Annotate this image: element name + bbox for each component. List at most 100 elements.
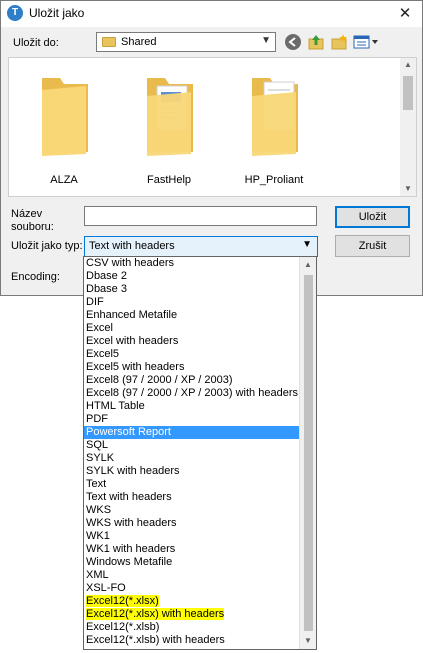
dropdown-item[interactable]: XML — [84, 569, 300, 582]
save-as-dialog: T Uložit jako ✕ Uložit do: Shared ▼ ALZA — [0, 0, 423, 296]
chevron-down-icon: ▼ — [302, 239, 312, 250]
save-in-label: Uložit do: — [13, 37, 59, 49]
dropdown-item-label: CSV with headers — [86, 257, 175, 269]
folder-with-documents-icon — [147, 78, 193, 156]
folder-icon — [102, 37, 116, 47]
new-folder-icon[interactable] — [330, 33, 348, 51]
dropdown-item-label: Excel12(*.xlsx) with headers — [86, 608, 225, 620]
dropdown-item[interactable]: XSL-FO — [84, 582, 300, 595]
folder-with-documents-icon — [252, 78, 298, 156]
dropdown-item[interactable]: WKS with headers — [84, 517, 300, 530]
dropdown-item-label: Enhanced Metafile — [86, 309, 178, 321]
dropdown-item-label: Excel8 (97 / 2000 / XP / 2003) — [86, 374, 233, 386]
dropdown-item-label: Excel with headers — [86, 335, 179, 347]
dropdown-item-label: Text — [86, 478, 107, 490]
folder-name: HP_Proliant — [244, 174, 304, 186]
dropdown-item[interactable]: Excel — [84, 322, 300, 335]
dropdown-item[interactable]: Text with headers — [84, 491, 300, 504]
scroll-down-icon[interactable]: ▼ — [300, 634, 316, 648]
window-title: Uložit jako — [29, 6, 85, 20]
dropdown-item-label: XSL-FO — [86, 582, 126, 594]
dropdown-item[interactable]: Dbase 2 — [84, 270, 300, 283]
dropdown-item-label: Text with headers — [86, 491, 172, 503]
filename-label-line1: Název — [11, 208, 43, 220]
dropdown-items: CSV with headers Dbase 2 Dbase 3 DIF Enhance… — [84, 257, 300, 647]
app-logo-icon: T — [7, 5, 23, 21]
dropdown-item[interactable]: Excel12(*.xlsb) — [84, 621, 300, 634]
file-list-scrollbar[interactable]: ▲ ▼ — [400, 58, 416, 196]
dropdown-item[interactable]: Excel8 (97 / 2000 / XP / 2003) with head… — [84, 387, 300, 400]
scrollbar-thumb[interactable] — [304, 275, 313, 631]
dropdown-item[interactable]: Excel5 — [84, 348, 300, 361]
scroll-down-icon[interactable]: ▼ — [400, 182, 416, 196]
dropdown-item-label: SQL — [86, 439, 109, 451]
save-button[interactable]: Uložit — [335, 206, 410, 228]
dropdown-item[interactable]: Excel12(*.xlsb) with headers — [84, 634, 300, 647]
dropdown-item[interactable]: Dbase 3 — [84, 283, 300, 296]
dropdown-item-label: WK1 — [86, 530, 110, 542]
view-menu-icon[interactable] — [353, 33, 379, 51]
dropdown-item-label: HTML Table — [86, 400, 145, 412]
dropdown-item-label: Powersoft Report — [86, 426, 171, 438]
dropdown-item[interactable]: Excel8 (97 / 2000 / XP / 2003) — [84, 374, 300, 387]
dropdown-item[interactable]: Excel with headers — [84, 335, 300, 348]
dropdown-item[interactable]: SYLK — [84, 452, 300, 465]
file-list-area[interactable]: ALZA FastHelp HP_Proliant ▲ ▼ — [8, 57, 417, 197]
dropdown-item[interactable]: Enhanced Metafile — [84, 309, 300, 322]
file-type-combobox[interactable]: Text with headers ▼ — [84, 236, 318, 257]
dropdown-item[interactable]: Excel5 with headers — [84, 361, 300, 374]
dropdown-item[interactable]: SQL — [84, 439, 300, 452]
dropdown-item[interactable]: Windows Metafile — [84, 556, 300, 569]
up-folder-icon[interactable] — [307, 33, 325, 51]
folder-item-hp-proliant[interactable]: HP_Proliant — [229, 66, 319, 186]
folder-item-alza[interactable]: ALZA — [19, 66, 109, 186]
filename-label-line2: souboru: — [11, 221, 54, 233]
scrollbar-thumb[interactable] — [403, 76, 413, 110]
dropdown-item[interactable]: Powersoft Report — [84, 426, 300, 439]
dropdown-item[interactable]: WKS — [84, 504, 300, 517]
save-in-value: Shared — [121, 36, 157, 48]
dropdown-item[interactable]: PDF — [84, 413, 300, 426]
dropdown-item[interactable]: WK1 — [84, 530, 300, 543]
dropdown-item-label: WK1 with headers — [86, 543, 176, 555]
scroll-up-icon[interactable]: ▲ — [300, 258, 316, 272]
dropdown-item-label: Dbase 2 — [86, 270, 127, 282]
dropdown-item-label: Windows Metafile — [86, 556, 173, 568]
dropdown-item[interactable]: Text — [84, 478, 300, 491]
dropdown-item[interactable]: DIF — [84, 296, 300, 309]
file-type-dropdown-list[interactable]: CSV with headers Dbase 2 Dbase 3 DIF Enhance… — [83, 256, 317, 650]
filename-input[interactable] — [84, 206, 317, 226]
cancel-button[interactable]: Zrušit — [335, 235, 410, 257]
dropdown-item[interactable]: SYLK with headers — [84, 465, 300, 478]
back-icon[interactable] — [284, 33, 302, 51]
dropdown-item[interactable]: WK1 with headers — [84, 543, 300, 556]
dropdown-item-label: Excel — [86, 322, 113, 334]
file-type-label: Uložit jako typ: — [11, 240, 83, 252]
dropdown-scrollbar[interactable]: ▲ ▼ — [299, 257, 316, 649]
dropdown-item-label: SYLK — [86, 452, 115, 464]
dropdown-item-label: SYLK with headers — [86, 465, 180, 477]
close-button[interactable]: ✕ — [392, 3, 418, 25]
dropdown-item-label: XML — [86, 569, 109, 581]
dropdown-item-label: Excel8 (97 / 2000 / XP / 2003) with head… — [86, 387, 298, 399]
dropdown-item-label: Excel5 with headers — [86, 361, 185, 373]
folder-item-fasthelp[interactable]: FastHelp — [124, 66, 214, 186]
folder-name: FastHelp — [146, 174, 192, 186]
dropdown-item[interactable]: Excel12(*.xlsx) — [84, 595, 300, 608]
filename-label: Název souboru: — [11, 208, 54, 234]
dropdown-item[interactable]: HTML Table — [84, 400, 300, 413]
dropdown-item[interactable]: CSV with headers — [84, 257, 300, 270]
save-in-combobox[interactable]: Shared ▼ — [96, 32, 276, 52]
dropdown-item-label: Dbase 3 — [86, 283, 127, 295]
dropdown-item-label: PDF — [86, 413, 108, 425]
chevron-down-icon: ▼ — [261, 35, 271, 46]
dropdown-item-label: Excel12(*.xlsx) — [86, 595, 159, 607]
dropdown-item-label: WKS with headers — [86, 517, 177, 529]
dropdown-item-label: Excel12(*.xlsb) — [86, 621, 160, 633]
title-bar: T Uložit jako ✕ — [1, 1, 422, 27]
dropdown-item[interactable]: Excel12(*.xlsx) with headers — [84, 608, 300, 621]
scroll-up-icon[interactable]: ▲ — [400, 58, 416, 72]
dropdown-item-label: WKS — [86, 504, 112, 516]
dropdown-item-label: Excel5 — [86, 348, 120, 360]
folder-icon — [42, 78, 88, 156]
